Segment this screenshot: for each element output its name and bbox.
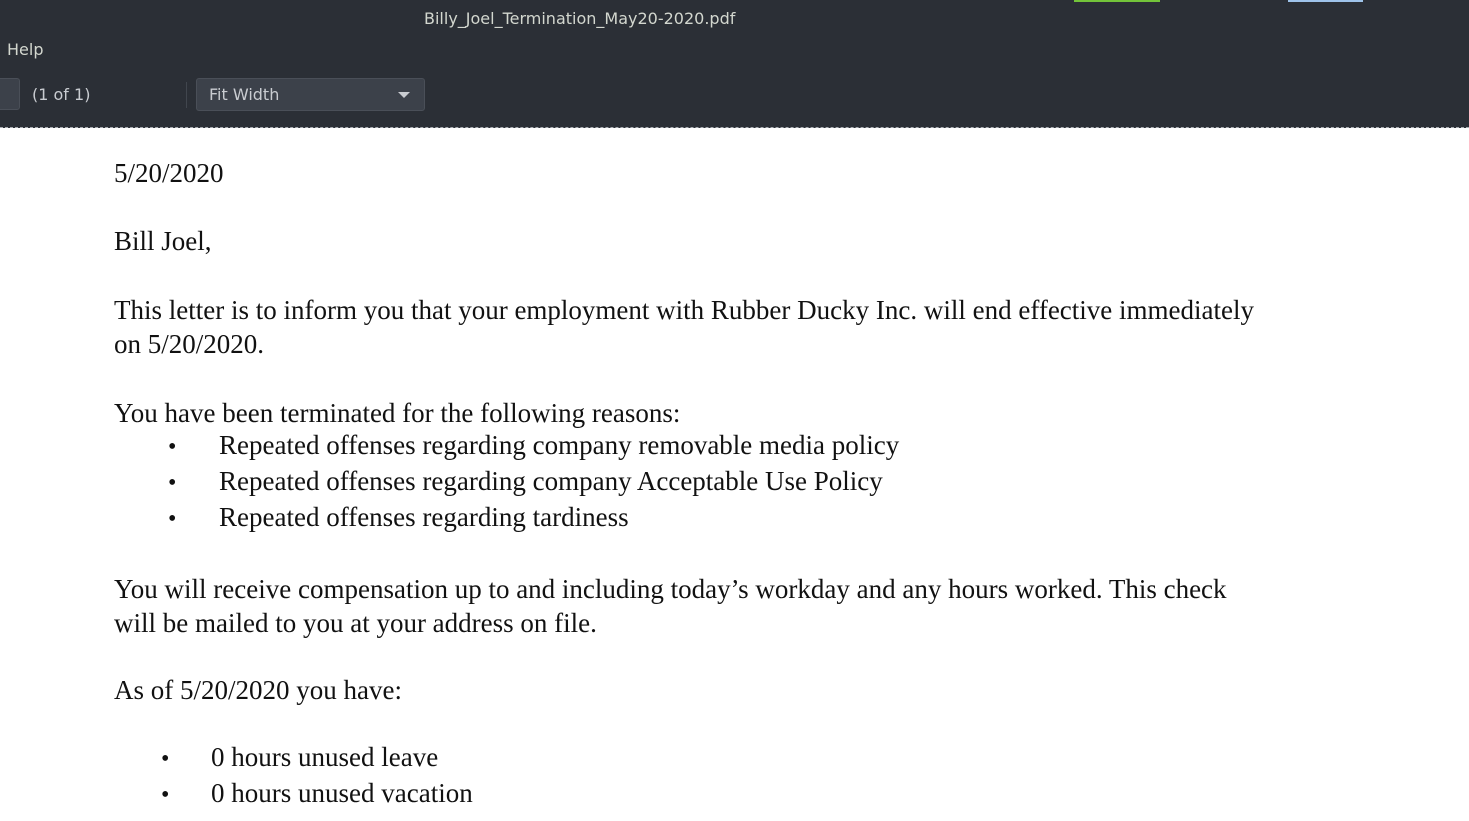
toolbar-separator — [186, 82, 187, 108]
reason-item-3: Repeated offenses regarding tardiness — [219, 502, 629, 532]
compensation-line-1: You will receive compensation up to and … — [114, 574, 1227, 604]
bullet-icon: • — [161, 782, 170, 808]
page-count: (1 of 1) — [32, 85, 91, 104]
window-title: Billy_Joel_Termination_May20-2020.pdf — [424, 9, 736, 28]
bullet-icon: • — [168, 506, 177, 532]
window-accent-blue — [1288, 0, 1363, 2]
menu-bar: Help — [0, 36, 1469, 66]
balance-item-1: 0 hours unused leave — [211, 742, 439, 772]
as-of-heading: As of 5/20/2020 you have: — [114, 675, 402, 705]
menu-item-help[interactable]: Help — [7, 40, 43, 59]
window-accent-green — [1074, 0, 1160, 2]
bullet-icon: • — [161, 746, 170, 772]
title-bar: Billy_Joel_Termination_May20-2020.pdf — [0, 0, 1469, 36]
balance-item-2: 0 hours unused vacation — [211, 778, 473, 808]
letter-intro-line-2: on 5/20/2020. — [114, 329, 265, 359]
letter-date: 5/20/2020 — [114, 158, 224, 188]
reason-item-1: Repeated offenses regarding company remo… — [219, 430, 900, 460]
zoom-select-value: Fit Width — [209, 85, 280, 104]
letter-salutation: Bill Joel, — [114, 226, 212, 256]
page-number-input[interactable] — [0, 78, 20, 110]
bullet-icon: • — [168, 434, 177, 460]
zoom-select[interactable]: Fit Width — [196, 78, 425, 111]
compensation-line-2: will be mailed to you at your address on… — [114, 608, 597, 638]
letter-intro-line-1: This letter is to inform you that your e… — [114, 295, 1254, 325]
pdf-page: 5/20/2020 Bill Joel, This letter is to i… — [0, 128, 1469, 821]
reason-item-2: Repeated offenses regarding company Acce… — [219, 466, 883, 496]
chevron-down-icon — [398, 92, 410, 98]
bullet-icon: • — [168, 470, 177, 496]
toolbar: (1 of 1) Fit Width — [0, 66, 1469, 128]
reasons-heading: You have been terminated for the followi… — [114, 398, 681, 428]
